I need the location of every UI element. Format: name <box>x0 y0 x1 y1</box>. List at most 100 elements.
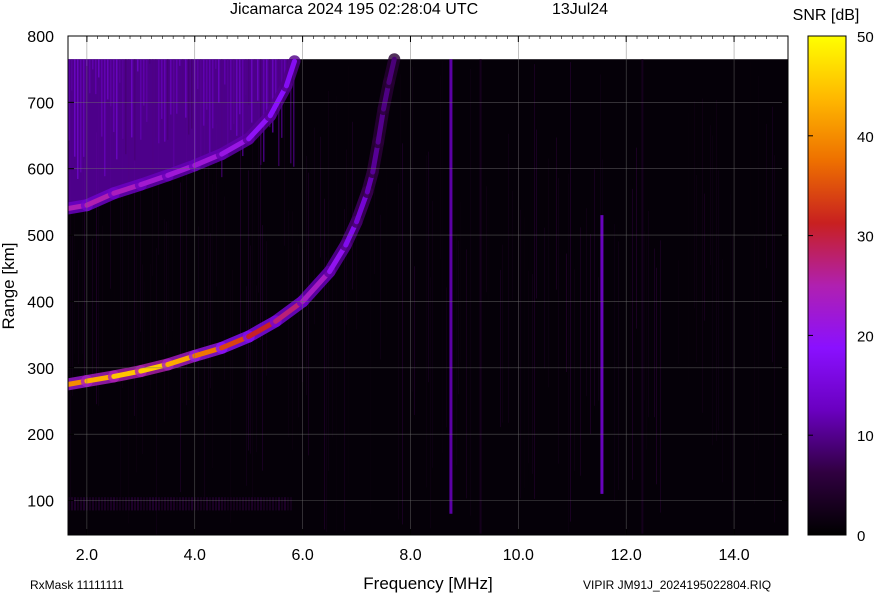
low-echo-cell <box>260 497 262 511</box>
noise-stripe <box>248 170 249 451</box>
noise-stripe <box>386 123 387 337</box>
colorbar-tick-label: 30 <box>857 229 874 246</box>
noise-stripe <box>288 210 289 438</box>
noise-stripe <box>426 155 427 488</box>
spread-echo-streak <box>188 59 190 135</box>
low-echo-cell <box>143 497 145 511</box>
noise-stripe <box>594 169 595 406</box>
noise-stripe <box>308 172 309 456</box>
noise-stripe <box>598 277 599 401</box>
y-tick-label: 700 <box>27 95 54 112</box>
spread-echo-streak <box>110 59 112 107</box>
spread-echo-streak <box>167 59 169 140</box>
spread-echo-streak <box>155 59 157 138</box>
noise-stripe <box>712 135 713 446</box>
low-echo-cell <box>80 497 82 511</box>
noise-stripe <box>298 243 299 418</box>
chart-date: 13Jul24 <box>552 1 608 18</box>
spread-echo-streak <box>143 59 145 106</box>
noise-stripe <box>630 278 631 398</box>
noise-stripe <box>694 101 695 309</box>
low-echo-cell <box>92 497 94 511</box>
spread-echo-streak <box>257 59 259 101</box>
low-echo-cell <box>182 497 184 511</box>
noise-stripe <box>164 219 165 422</box>
low-echo-cell <box>137 497 139 511</box>
low-echo-cell <box>230 497 232 511</box>
low-echo-cell <box>167 497 169 511</box>
noise-stripe <box>180 182 181 493</box>
noise-stripe <box>548 158 549 388</box>
spread-echo-streak <box>248 59 250 106</box>
noise-stripe <box>398 183 399 520</box>
low-echo-cell <box>170 497 172 511</box>
noise-stripe <box>306 155 307 396</box>
spread-echo-streak <box>200 59 202 166</box>
noise-stripe <box>750 62 751 226</box>
noise-stripe <box>654 248 655 418</box>
low-echo-cell <box>284 497 286 511</box>
low-echo-cell <box>155 497 157 511</box>
noise-stripe <box>558 178 559 464</box>
noise-stripe <box>102 225 103 374</box>
noise-stripe <box>544 227 545 369</box>
noise-stripe <box>230 281 231 523</box>
noise-stripe <box>520 209 521 499</box>
noise-stripe <box>574 269 575 471</box>
noise-stripe <box>710 125 711 265</box>
spread-echo-streak <box>239 59 241 115</box>
noise-stripe <box>696 174 697 363</box>
spread-echo-streak <box>83 59 85 157</box>
noise-stripe <box>568 173 569 533</box>
noise-stripe <box>614 224 615 503</box>
noise-stripe <box>532 274 533 474</box>
low-echo-cell <box>158 497 160 511</box>
low-echo-cell <box>74 497 76 511</box>
noise-stripe <box>644 230 645 401</box>
y-tick-label: 100 <box>27 493 54 510</box>
colorbar-tick-label: 0 <box>857 528 865 545</box>
noise-stripe <box>688 112 689 382</box>
noise-stripe <box>182 172 183 403</box>
low-echo-cell <box>104 497 106 511</box>
low-echo-cell <box>278 497 280 511</box>
low-echo-cell <box>77 497 79 511</box>
low-echo-cell <box>254 497 256 511</box>
low-echo-cell <box>146 497 148 511</box>
noise-stripe <box>460 201 461 363</box>
noise-stripe <box>766 123 767 269</box>
noise-stripe <box>722 259 723 483</box>
colorbar <box>807 35 847 536</box>
noise-stripe <box>502 244 503 423</box>
noise-stripe <box>732 236 733 512</box>
low-echo-cell <box>197 497 199 511</box>
noise-stripe <box>400 74 401 286</box>
noise-stripe <box>352 121 353 290</box>
noise-stripe <box>566 253 567 373</box>
low-echo-cell <box>128 497 130 511</box>
ionogram-figure: Jicamarca 2024 195 02:28:04 UTC 13Jul24 … <box>0 1 874 593</box>
noise-stripe <box>254 215 255 376</box>
low-echo-cell <box>188 497 190 511</box>
low-echo-cell <box>191 497 193 511</box>
footer-rxmask: RxMask 11111111 <box>30 578 124 592</box>
noise-stripe <box>618 241 619 490</box>
spread-echo-streak <box>233 59 235 124</box>
chart-title: Jicamarca 2024 195 02:28:04 UTC <box>230 1 478 18</box>
spread-echo-streak <box>260 59 262 165</box>
low-echo-cell <box>287 497 289 511</box>
x-tick-label: 2.0 <box>76 547 98 564</box>
spread-echo-streak <box>98 59 100 78</box>
spread-echo-streak <box>152 59 154 181</box>
noise-stripe <box>754 234 755 504</box>
spread-echo-streak <box>203 59 205 126</box>
noise-stripe <box>648 210 649 418</box>
low-echo-cell <box>257 497 259 511</box>
low-echo-cell <box>152 497 154 511</box>
spread-echo-streak <box>128 59 130 181</box>
spread-echo-streak <box>77 59 79 179</box>
noise-stripe <box>570 62 571 522</box>
low-echo-cell <box>233 497 235 511</box>
low-echo-cell <box>185 497 187 511</box>
noise-stripe <box>292 211 293 450</box>
